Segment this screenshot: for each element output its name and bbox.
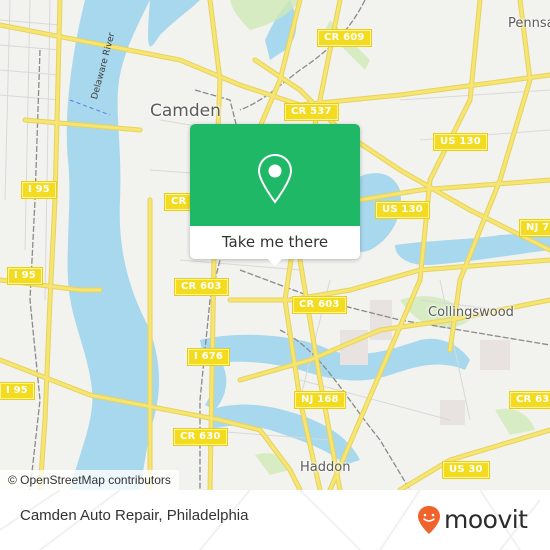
road-shield-nj168: NJ 168 — [294, 391, 346, 409]
road-shield-cr537: CR 537 — [284, 103, 339, 121]
place-label-haddon: Haddon — [300, 460, 351, 475]
moovit-wordmark: moovit — [444, 504, 528, 534]
moovit-pin-icon — [418, 506, 440, 534]
moovit-logo[interactable]: moovit — [417, 502, 528, 538]
place-title: Camden Auto Repair, Philadelphia — [20, 507, 249, 524]
road-shield-cr630: CR 630 — [173, 428, 228, 446]
road-shield-cr603-left: CR 603 — [174, 278, 229, 296]
road-shield-i676: I 676 — [186, 348, 231, 366]
popup-header[interactable] — [190, 124, 360, 226]
road-shield-us130-mid: US 130 — [375, 201, 430, 219]
road-shield-i95-b: I 95 — [7, 267, 43, 285]
road-shield-cr: CR — [163, 193, 194, 211]
place-label-pennsauken: Pennsa — [508, 16, 550, 31]
road-shield-i95-c: I 95 — [0, 382, 35, 400]
road-shield-cr609: CR 609 — [317, 29, 372, 47]
road-shield-i95-a: I 95 — [21, 181, 57, 199]
road-shield-us130-top: US 130 — [433, 133, 488, 151]
road-shield-cr636: CR 636 — [509, 391, 550, 409]
road-shield-cr603-right: CR 603 — [292, 296, 347, 314]
take-me-there-button[interactable]: Take me there — [190, 226, 360, 259]
map-attribution[interactable]: © OpenStreetMap contributors — [0, 470, 179, 490]
map[interactable]: Camden Collingswood Haddon Pennsa Delawa… — [0, 0, 550, 490]
location-popup[interactable]: Take me there — [190, 124, 360, 266]
road-shield-nj70: NJ 70 — [519, 219, 550, 237]
place-label-camden: Camden — [150, 101, 221, 121]
popup-pointer — [267, 258, 283, 266]
road-shield-us30: US 30 — [442, 461, 490, 479]
map-pin-icon — [257, 153, 293, 204]
footer: Camden Auto Repair, Philadelphia moovit — [0, 490, 550, 550]
place-label-collingswood: Collingswood — [428, 305, 514, 320]
